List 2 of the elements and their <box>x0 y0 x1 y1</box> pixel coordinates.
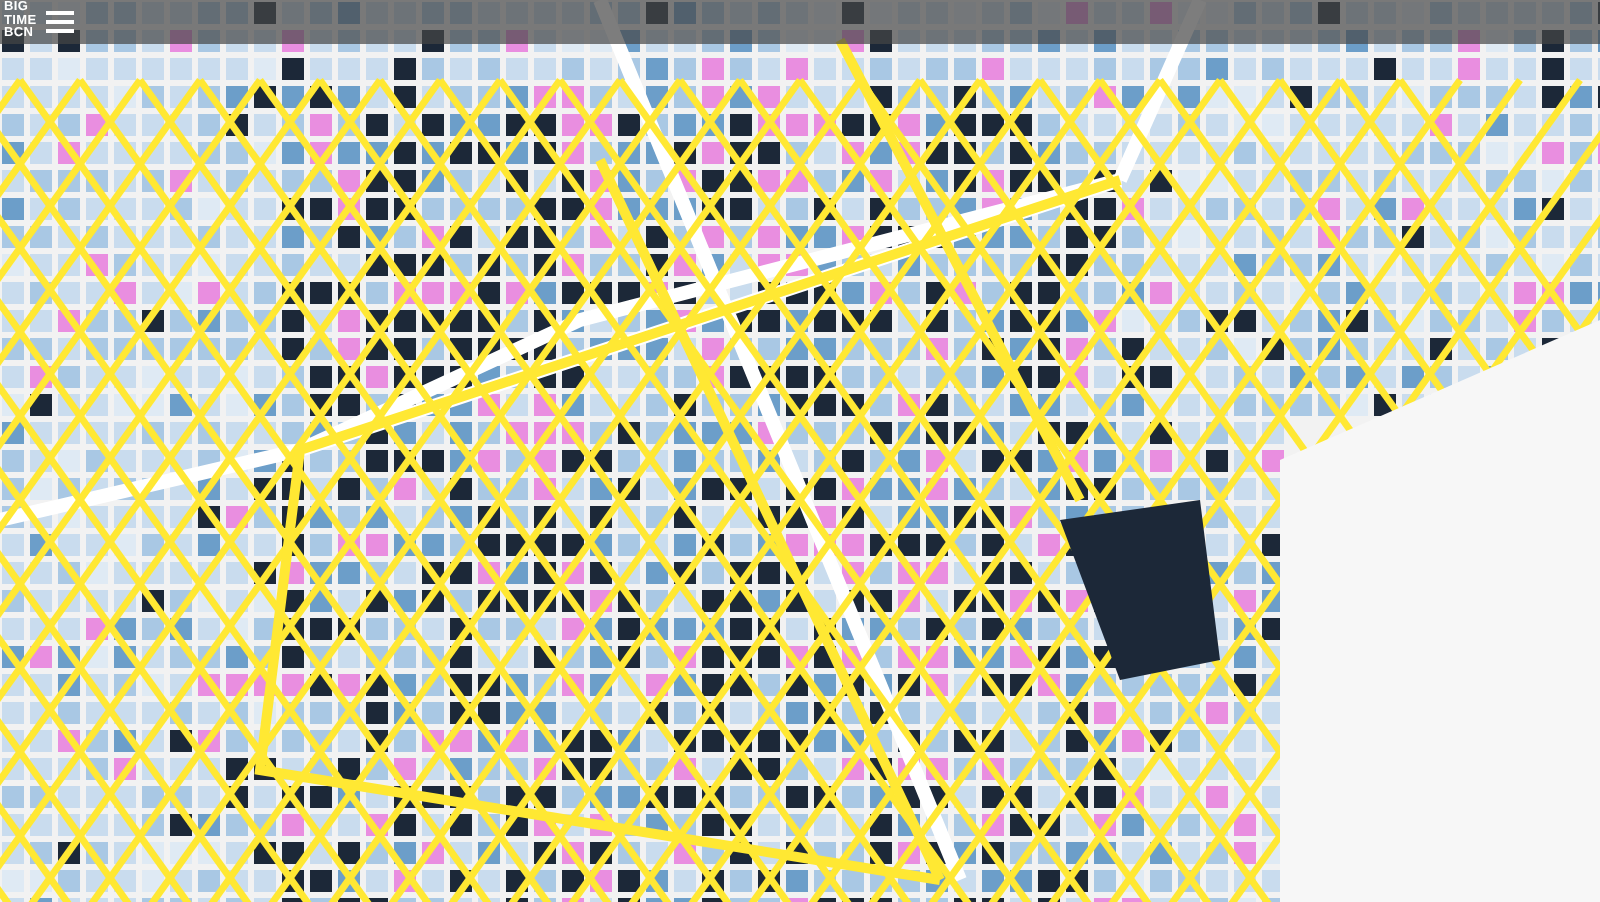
menu-button[interactable] <box>46 10 75 34</box>
menu-icon <box>46 10 75 34</box>
